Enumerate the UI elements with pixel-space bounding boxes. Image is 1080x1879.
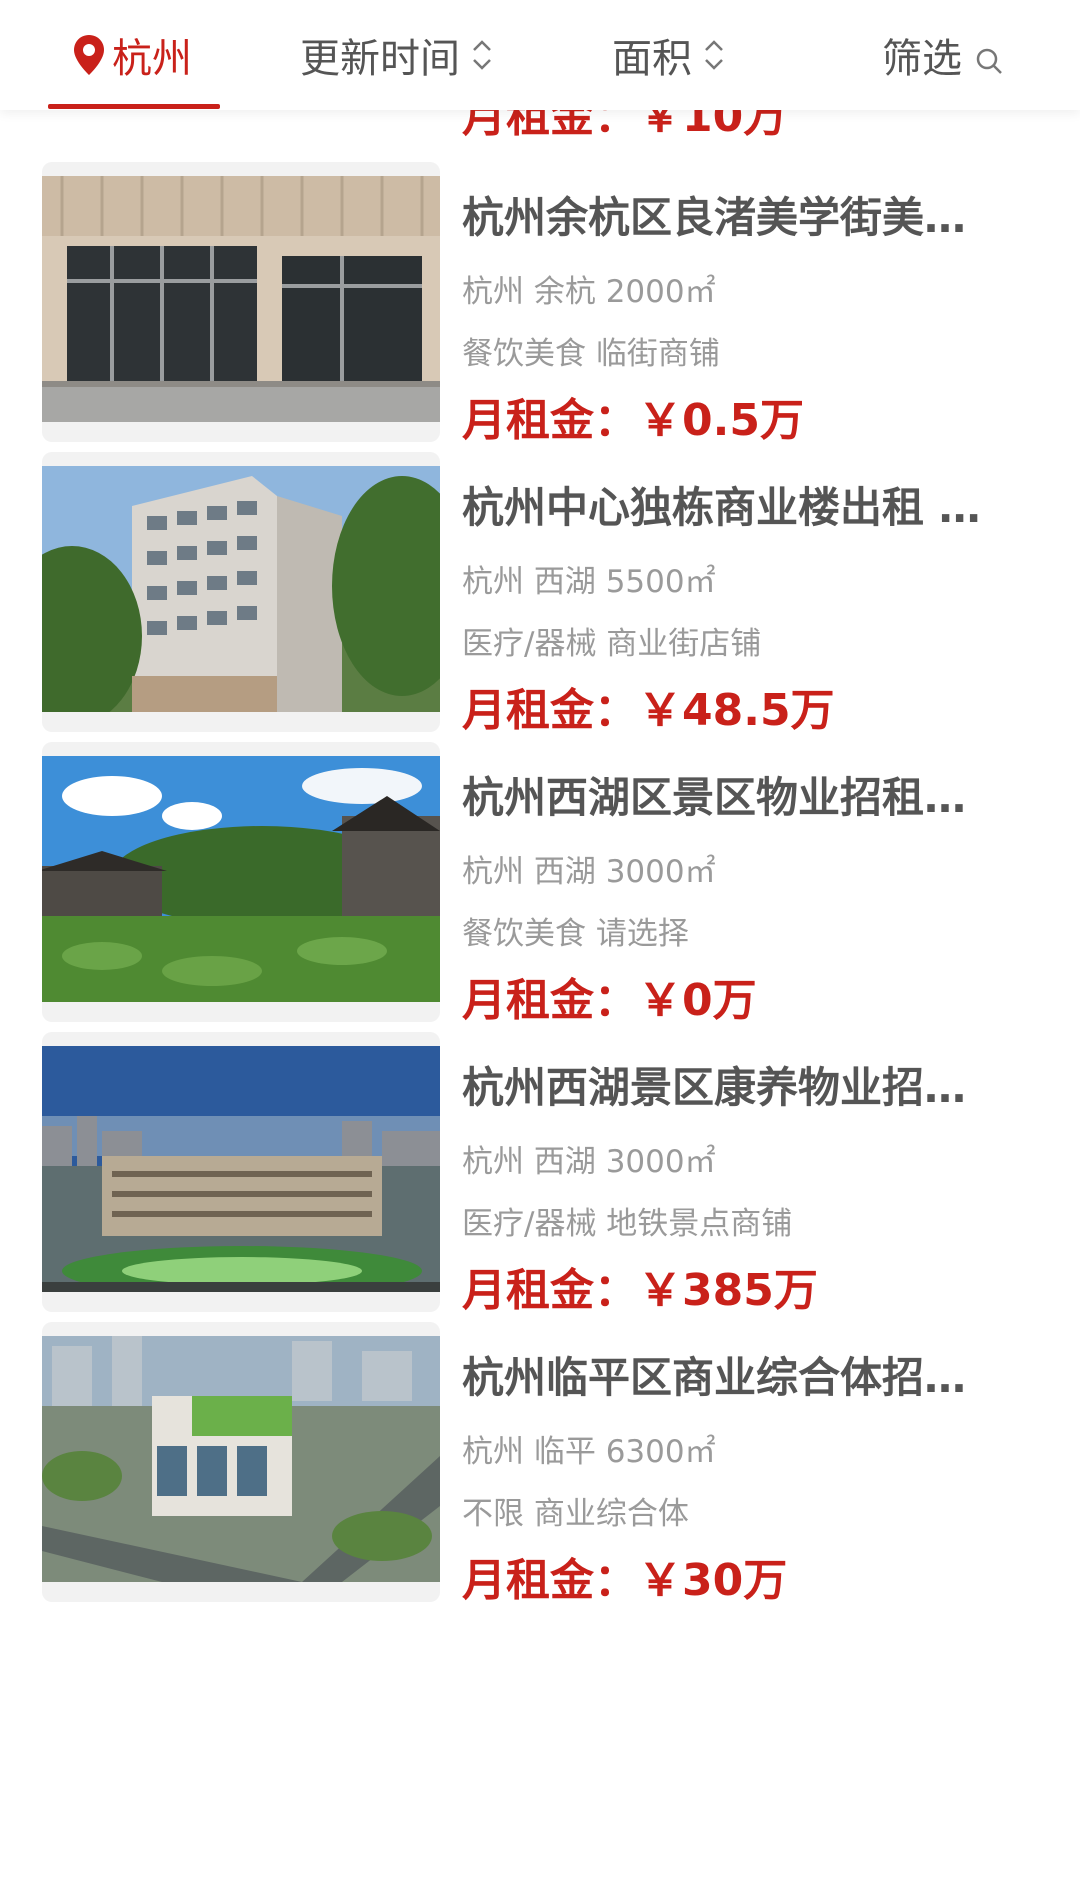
update-time-label: 更新时间 xyxy=(300,36,460,82)
storefront-photo xyxy=(42,176,440,422)
app-screen: 月租金：￥10万 杭州余杭区良渚美学街美… 杭州 余杭 2000㎡ 餐饮美食 临… xyxy=(0,0,1080,1879)
city-selector[interactable]: 杭州 xyxy=(72,0,192,110)
listing-title: 杭州中心独栋商业楼出租 … xyxy=(462,483,981,532)
listing-thumbnail[interactable] xyxy=(42,452,440,732)
listing-tags: 医疗/器械 地铁景点商铺 xyxy=(462,1206,793,1242)
listing-card[interactable]: 杭州余杭区良渚美学街美… 杭州 余杭 2000㎡ 餐饮美食 临街商铺 月租金：￥… xyxy=(0,162,1080,446)
listing-tags: 医疗/器械 商业街店铺 xyxy=(462,626,762,662)
listing-thumbnail[interactable] xyxy=(42,1322,440,1602)
listing-card[interactable]: 杭州西湖景区康养物业招… 杭州 西湖 3000㎡ 医疗/器械 地铁景点商铺 月租… xyxy=(0,1032,1080,1316)
scenic-area-photo xyxy=(42,756,440,1002)
wellness-complex-photo xyxy=(42,1046,440,1292)
filter-label: 筛选 xyxy=(882,36,962,82)
listing-card[interactable]: 杭州西湖区景区物业招租… 杭州 西湖 3000㎡ 餐饮美食 请选择 月租金：￥0… xyxy=(0,742,1080,1026)
listing-price: 月租金：￥0.5万 xyxy=(462,395,804,446)
map-pin-icon xyxy=(72,34,106,76)
listing-location: 杭州 西湖 3000㎡ xyxy=(462,854,716,890)
listing-title: 杭州余杭区良渚美学街美… xyxy=(462,193,967,242)
commercial-complex-photo xyxy=(42,1336,440,1582)
area-label: 面积 xyxy=(612,36,692,82)
listing-price: 月租金：￥0万 xyxy=(462,975,757,1026)
filter-bar: 杭州 更新时间 面积 筛选 xyxy=(0,0,1080,110)
filter-button[interactable]: 筛选 xyxy=(882,0,1004,110)
listing-card[interactable]: 杭州中心独栋商业楼出租 … 杭州 西湖 5500㎡ 医疗/器械 商业街店铺 月租… xyxy=(0,452,1080,736)
listing-location: 杭州 西湖 3000㎡ xyxy=(462,1144,716,1180)
listing-title: 杭州西湖景区康养物业招… xyxy=(462,1063,967,1112)
listing-card[interactable]: 杭州临平区商业综合体招… 杭州 临平 6300㎡ 不限 商业综合体 月租金：￥3… xyxy=(0,1322,1080,1606)
sort-icon xyxy=(470,35,494,75)
listing-thumbnail[interactable] xyxy=(42,742,440,1022)
listing-location: 杭州 西湖 5500㎡ xyxy=(462,564,716,600)
sort-icon xyxy=(702,35,726,75)
listing-location: 杭州 临平 6300㎡ xyxy=(462,1434,716,1470)
listing-price: 月租金：￥48.5万 xyxy=(462,685,835,736)
active-tab-underline xyxy=(48,104,220,109)
sort-by-area[interactable]: 面积 xyxy=(612,0,726,110)
sort-by-update-time[interactable]: 更新时间 xyxy=(300,0,494,110)
listing-title: 杭州西湖区景区物业招租… xyxy=(462,773,967,822)
city-label: 杭州 xyxy=(112,36,192,82)
listing-thumbnail[interactable] xyxy=(42,162,440,442)
listing-tags: 不限 商业综合体 xyxy=(462,1496,689,1532)
listing-location: 杭州 余杭 2000㎡ xyxy=(462,274,716,310)
listing-tags: 餐饮美食 请选择 xyxy=(462,916,689,952)
listing-price: 月租金：￥30万 xyxy=(462,1555,788,1606)
office-building-photo xyxy=(42,466,440,712)
listing-tags: 餐饮美食 临街商铺 xyxy=(462,336,720,372)
listing-price: 月租金：￥385万 xyxy=(462,1265,818,1316)
listing-title: 杭州临平区商业综合体招… xyxy=(462,1353,967,1402)
search-icon xyxy=(974,40,1004,74)
listing-thumbnail[interactable] xyxy=(42,1032,440,1312)
